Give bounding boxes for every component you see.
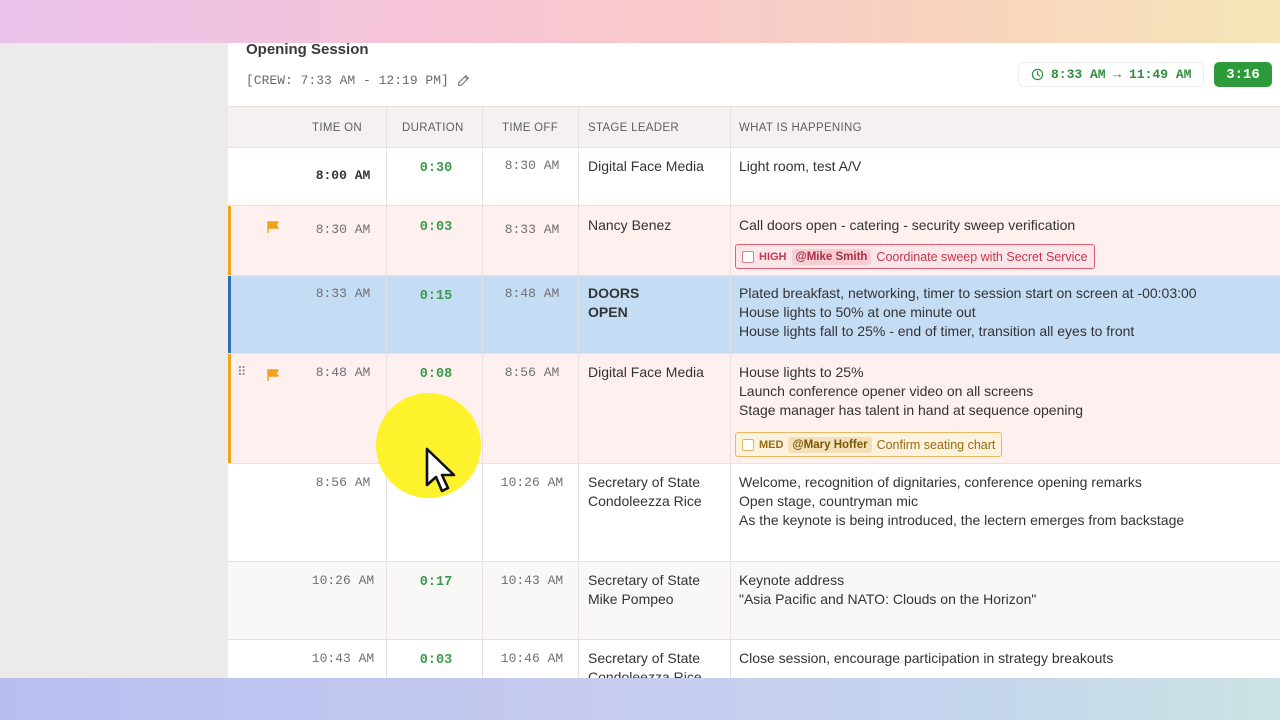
- run-of-show-panel: Opening Session [CREW: 7:33 AM - 12:19 P…: [228, 43, 1280, 678]
- time-on[interactable]: 8:33 AM: [298, 286, 388, 301]
- task-priority: MED: [759, 438, 784, 451]
- time-on[interactable]: 10:26 AM: [298, 573, 388, 588]
- time-off: 8:56 AM: [504, 365, 560, 380]
- time-off: 10:43 AM: [500, 573, 564, 588]
- what-line: Stage manager has talent in hand at sequ…: [739, 402, 1084, 418]
- row-flag-accent: [228, 354, 231, 463]
- column-divider: [730, 107, 731, 678]
- duration[interactable]: 0:30: [388, 161, 484, 176]
- time-off: 8:33 AM: [504, 222, 560, 237]
- what-line: House lights to 50% at one minute out: [739, 304, 976, 320]
- clock-icon: [1031, 68, 1044, 81]
- what-line: Open stage, countryman mic: [739, 493, 918, 509]
- what-line: House lights to 25%: [739, 364, 864, 380]
- stage-leader[interactable]: Nancy Benez: [588, 216, 738, 235]
- what-is-happening[interactable]: Light room, test A/V: [739, 157, 1279, 176]
- session-time-range: 8:33 AM → 11:49 AM: [1018, 62, 1205, 87]
- duration[interactable]: 0:15: [388, 289, 484, 304]
- stage-leader[interactable]: Secretary of State Condoleezza Rice: [588, 473, 738, 511]
- duration[interactable]: 0:17: [388, 575, 484, 590]
- what-line: "Asia Pacific and NATO: Clouds on the Ho…: [739, 591, 1037, 607]
- what-is-happening[interactable]: Close session, encourage participation i…: [739, 649, 1279, 668]
- time-on[interactable]: 8:00 AM: [298, 168, 388, 183]
- flag-icon[interactable]: [266, 220, 280, 234]
- what-is-happening[interactable]: Plated breakfast, networking, timer to s…: [739, 284, 1279, 341]
- duration[interactable]: 0:03: [388, 220, 484, 235]
- what-line: As the keynote is being introduced, the …: [739, 512, 1185, 528]
- what-is-happening[interactable]: Welcome, recognition of dignitaries, con…: [739, 473, 1279, 530]
- stage-leader[interactable]: Digital Face Media: [588, 363, 738, 382]
- what-line: Light room, test A/V: [739, 158, 862, 174]
- task-text: Confirm seating chart: [876, 437, 996, 452]
- col-time-off[interactable]: TIME OFF: [502, 107, 558, 148]
- stage-leader[interactable]: Secretary of State Mike Pompeo: [588, 571, 738, 609]
- what-is-happening[interactable]: Call doors open - catering - security sw…: [739, 216, 1279, 235]
- col-what-is-happening[interactable]: WHAT IS HAPPENING: [739, 107, 862, 148]
- stage-leader[interactable]: DOORS OPEN: [588, 284, 738, 322]
- task-priority: HIGH: [759, 250, 787, 263]
- session-duration-badge: 3:16: [1214, 62, 1272, 87]
- leader-line: DOORS: [588, 285, 640, 301]
- leader-line: OPEN: [588, 304, 628, 320]
- row-flag-accent: [228, 206, 231, 275]
- leader-line: Mike Pompeo: [588, 591, 674, 607]
- task-assignee[interactable]: @Mary Hoffer: [788, 436, 872, 453]
- crew-time-label: [CREW: 7:33 AM - 12:19 PM]: [246, 73, 449, 88]
- column-divider: [482, 107, 483, 678]
- task-chip[interactable]: HIGH @Mike Smith Coordinate sweep with S…: [735, 244, 1095, 269]
- stage-leader[interactable]: Digital Face Media: [588, 157, 738, 176]
- duration[interactable]: 0:03: [388, 653, 484, 668]
- task-assignee[interactable]: @Mike Smith: [791, 248, 872, 265]
- what-line: Call doors open - catering - security sw…: [739, 217, 1076, 233]
- column-divider: [578, 107, 579, 678]
- what-line: Welcome, recognition of dignitaries, con…: [739, 474, 1142, 490]
- what-is-happening[interactable]: Keynote address "Asia Pacific and NATO: …: [739, 571, 1279, 609]
- task-text: Coordinate sweep with Secret Service: [876, 249, 1088, 264]
- time-off: 8:48 AM: [504, 286, 560, 301]
- time-on[interactable]: 8:56 AM: [298, 475, 388, 490]
- what-line: Launch conference opener video on all sc…: [739, 383, 1034, 399]
- col-stage-leader[interactable]: STAGE LEADER: [588, 107, 679, 148]
- session-title: Opening Session: [246, 43, 369, 58]
- time-on[interactable]: 8:30 AM: [298, 222, 388, 237]
- pencil-icon[interactable]: [457, 74, 470, 87]
- leader-line: Secretary of State: [588, 474, 701, 490]
- leader-line: Condoleezza Rice: [588, 493, 702, 509]
- what-line: Close session, encourage participation i…: [739, 650, 1114, 666]
- task-checkbox[interactable]: [742, 438, 754, 451]
- leader-line: Secretary of State: [588, 650, 701, 666]
- time-off: 10:46 AM: [500, 651, 564, 666]
- col-time-on[interactable]: TIME ON: [312, 107, 362, 148]
- time-on[interactable]: 8:48 AM: [298, 365, 388, 380]
- row-selected-accent: [228, 276, 231, 353]
- cursor-pointer-icon: [425, 447, 456, 493]
- what-line: Keynote address: [739, 572, 845, 588]
- drag-handle-icon[interactable]: ⠿: [237, 364, 247, 380]
- time-range-text: 8:33 AM → 11:49 AM: [1051, 67, 1192, 82]
- time-on[interactable]: 10:43 AM: [298, 651, 388, 666]
- task-chip[interactable]: MED @Mary Hoffer Confirm seating chart: [735, 432, 1003, 457]
- duration[interactable]: 0:08: [388, 367, 484, 382]
- task-checkbox[interactable]: [742, 250, 754, 263]
- column-divider: [386, 107, 387, 678]
- left-panel: [0, 43, 228, 678]
- leader-line: Secretary of State: [588, 572, 701, 588]
- what-line: Plated breakfast, networking, timer to s…: [739, 285, 1197, 301]
- stage-leader[interactable]: Secretary of State Condoleezza Rice: [588, 649, 738, 678]
- flag-icon[interactable]: [266, 368, 280, 382]
- crew-time[interactable]: [CREW: 7:33 AM - 12:19 PM]: [246, 73, 470, 88]
- what-line: House lights fall to 25% - end of timer,…: [739, 323, 1135, 339]
- top-gradient-band: [0, 0, 1280, 43]
- what-is-happening[interactable]: House lights to 25% Launch conference op…: [739, 363, 1279, 420]
- time-off: 8:30 AM: [504, 158, 560, 173]
- bottom-gradient-band: [0, 678, 1280, 720]
- leader-line: Condoleezza Rice: [588, 669, 702, 678]
- col-duration[interactable]: DURATION: [402, 107, 464, 148]
- session-header: Opening Session [CREW: 7:33 AM - 12:19 P…: [228, 43, 1280, 107]
- time-off: 10:26 AM: [500, 475, 564, 490]
